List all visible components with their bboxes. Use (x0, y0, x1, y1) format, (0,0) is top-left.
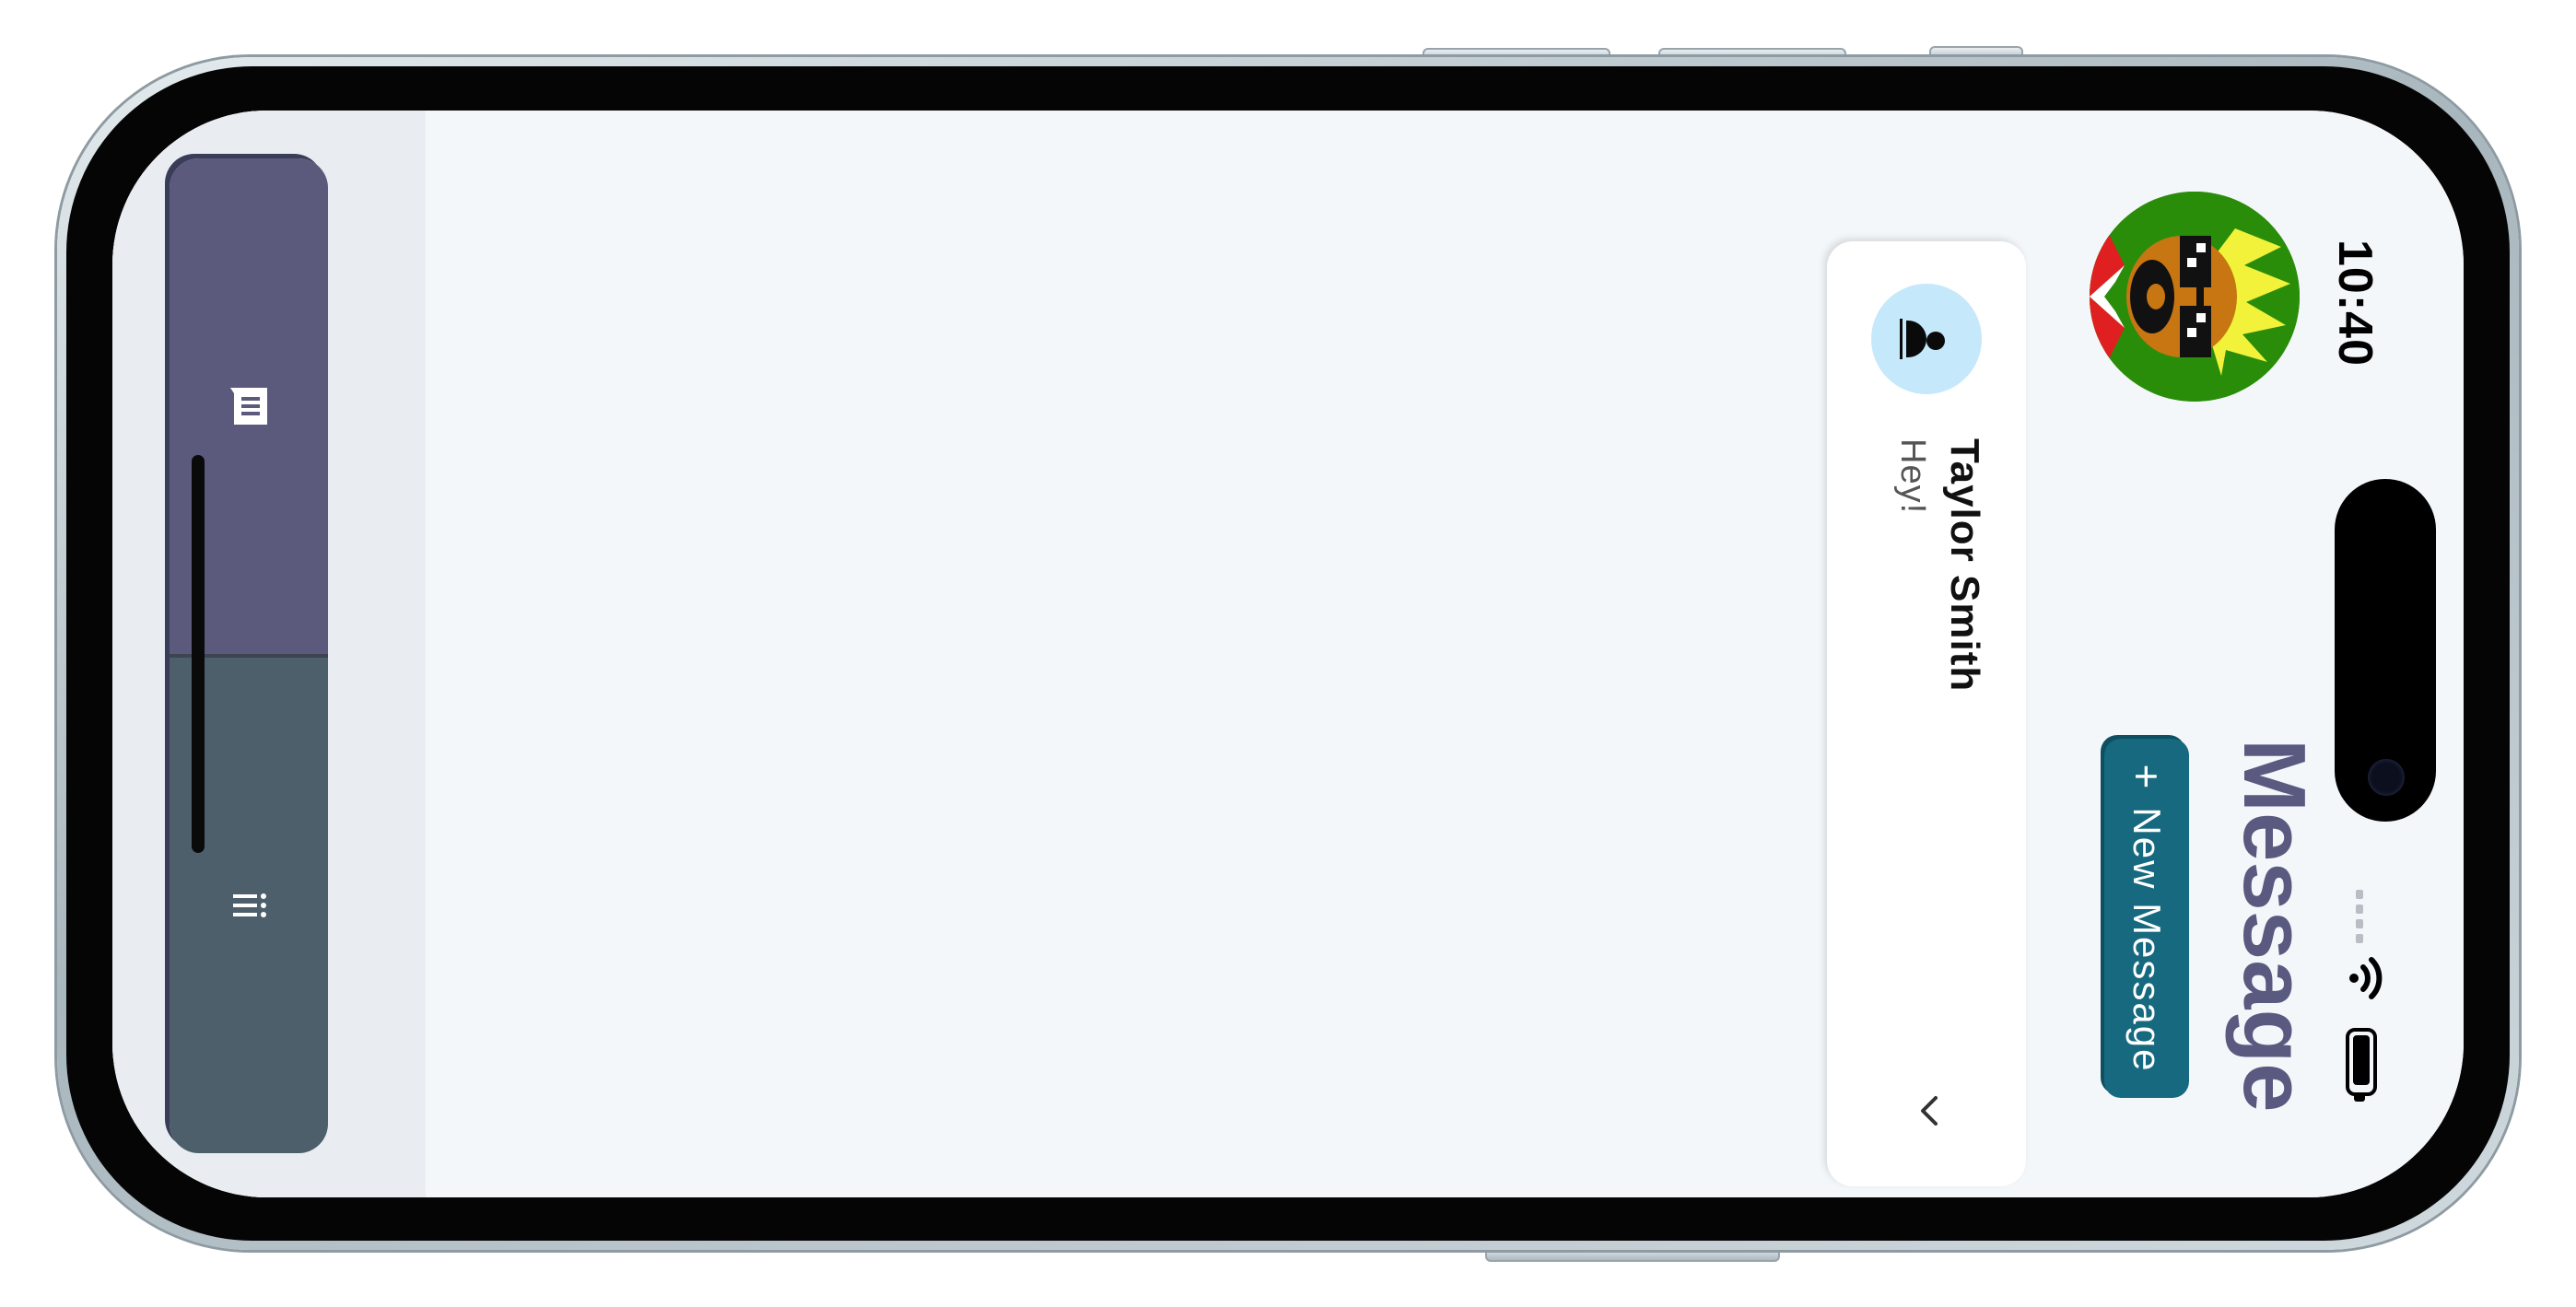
home-indicator[interactable] (192, 455, 205, 853)
dynamic-island (2335, 479, 2436, 822)
app-viewport: 10:40 Message + New Message Taylor Smith… (112, 111, 2464, 1197)
chevron-down-icon[interactable] (1908, 1089, 1952, 1133)
conversation-name: Taylor Smith (1942, 438, 1987, 693)
message-icon (230, 388, 267, 425)
conversation-preview: Hey! (1893, 438, 1932, 515)
front-camera-icon (2368, 759, 2405, 796)
battery-icon (2346, 1028, 2377, 1096)
status-time: 10:40 (2328, 239, 2382, 367)
person-icon (1871, 284, 1982, 394)
new-message-label: New Message (2125, 807, 2169, 1073)
dots-icon (233, 893, 266, 917)
avatar-illustration (2090, 192, 2300, 402)
new-message-button[interactable]: + New Message (2104, 739, 2189, 1098)
screen: 10:40 Message + New Message Taylor Smith… (112, 111, 2464, 1197)
cellular-signal-icon (2351, 890, 2368, 949)
profile-avatar[interactable] (2090, 192, 2300, 402)
page-title: Message (2225, 739, 2324, 1113)
conversation-item[interactable]: Taylor Smith Hey! (1827, 241, 2026, 1186)
wifi-icon (2349, 957, 2383, 999)
plus-icon: + (2123, 764, 2171, 791)
device-mockup: 10:40 Message + New Message Taylor Smith… (0, 0, 2576, 1307)
